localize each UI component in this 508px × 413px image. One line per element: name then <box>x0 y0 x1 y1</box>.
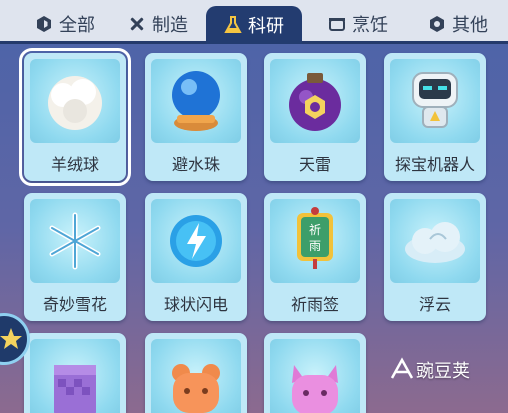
tab-label: 科研 <box>248 16 284 37</box>
wool-ball-icon <box>48 76 102 130</box>
watermark-logo-icon <box>390 357 414 379</box>
lightning-orb-icon <box>170 215 222 267</box>
item-label: 浮云 <box>418 295 451 314</box>
watermark-text: 豌豆荚 <box>416 361 470 382</box>
tab-all[interactable]: 全部 <box>20 8 110 40</box>
item-card-wool-ball[interactable]: 羊绒球 <box>19 48 131 186</box>
item-card-water-pearl[interactable]: 避水珠 <box>145 53 247 181</box>
tab-label: 全部 <box>59 15 95 36</box>
tab-craft[interactable]: 制造 <box>118 8 198 40</box>
item-card-snowflake[interactable]: 奇妙雪花 <box>24 193 126 321</box>
pink-cat-jelly-icon <box>292 365 338 413</box>
item-label: 奇妙雪花 <box>42 295 107 314</box>
snowflake-icon <box>49 212 101 270</box>
svg-text:祈: 祈 <box>309 223 321 237</box>
item-label: 探宝机器人 <box>394 155 475 174</box>
robot-icon <box>412 72 458 128</box>
item-label: 祈雨签 <box>290 295 339 314</box>
item-card-cat-jelly[interactable] <box>264 333 366 413</box>
side-menu-badge[interactable] <box>0 313 30 365</box>
item-label: 球状闪电 <box>163 295 228 314</box>
item-card-treasure-robot[interactable]: 探宝机器人 <box>384 53 486 181</box>
tools-icon <box>130 17 144 31</box>
purple-bomb-icon <box>289 73 341 131</box>
category-tab-bar: 全部 制造 科研 烹饪 其他 <box>0 0 508 44</box>
crystal-ball-icon <box>172 71 220 131</box>
tab-other[interactable]: 其他 <box>418 8 498 40</box>
tab-research[interactable]: 科研 <box>206 6 302 44</box>
tab-label: 其他 <box>452 15 488 36</box>
star-icon <box>0 328 22 349</box>
item-card-ball-lightning[interactable]: 球状闪电 <box>145 193 247 321</box>
rain-tag-icon: 祈 雨 <box>297 207 333 269</box>
cloud-icon <box>405 222 465 263</box>
flask-icon <box>224 16 242 33</box>
item-card-bear-jelly[interactable] <box>145 333 247 413</box>
item-label: 羊绒球 <box>50 155 99 174</box>
purple-cloth-icon <box>54 365 96 413</box>
tab-label: 制造 <box>152 15 188 36</box>
item-label: 天雷 <box>298 155 331 174</box>
orange-bear-jelly-icon <box>172 364 220 413</box>
item-card-purple-cloth[interactable] <box>24 333 126 413</box>
pot-icon <box>329 18 345 31</box>
gear-cube-icon <box>430 16 444 32</box>
tab-cooking[interactable]: 烹饪 <box>318 8 398 40</box>
item-card-floating-cloud[interactable]: 浮云 <box>384 193 486 321</box>
item-label: 避水珠 <box>171 155 220 174</box>
hexagon-icon <box>37 16 51 32</box>
item-card-rain-tag[interactable]: 祈 雨 祈雨签 <box>264 193 366 321</box>
svg-text:雨: 雨 <box>309 239 321 253</box>
item-card-thunder[interactable]: 天雷 <box>264 53 366 181</box>
tab-label: 烹饪 <box>352 15 388 36</box>
watermark: 豌豆荚 <box>388 356 470 384</box>
